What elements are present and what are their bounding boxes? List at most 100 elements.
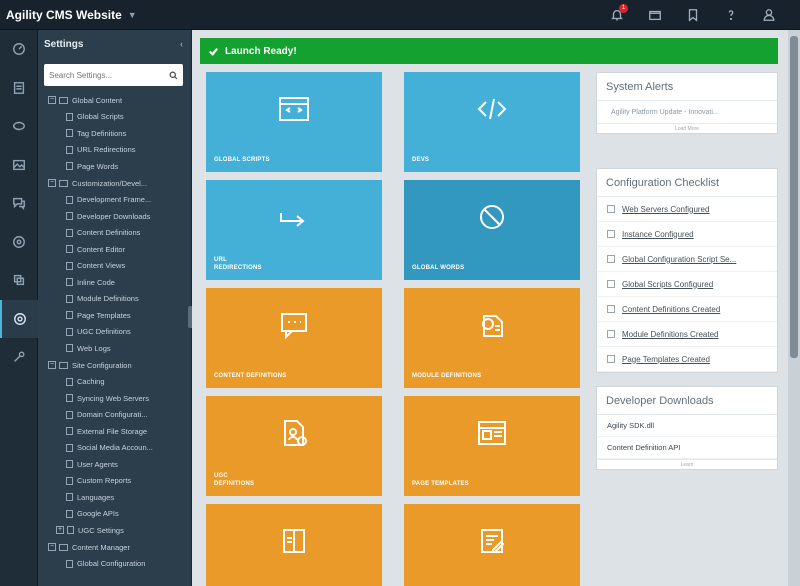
notifications-button[interactable]: 1 — [598, 0, 636, 30]
launch-banner-text: Launch Ready! — [225, 45, 297, 57]
tree-item[interactable]: Development Frame... — [38, 191, 191, 208]
collapse-tree-icon[interactable]: − — [48, 96, 56, 105]
tree-item[interactable]: Tag Definitions — [38, 125, 191, 142]
dashboard-tile[interactable]: Global Scripts — [206, 72, 382, 172]
checklist-link[interactable]: Page Templates Created — [622, 355, 710, 364]
tree-item-label: Global Scripts — [77, 112, 124, 122]
tree-item[interactable]: − Content Manager — [38, 539, 191, 556]
tree-item[interactable]: Web Logs — [38, 340, 191, 357]
dashboard-tile[interactable]: Content — [404, 504, 580, 586]
checklist-link[interactable]: Instance Configured — [622, 230, 694, 239]
tree-item[interactable]: Page Templates — [38, 307, 191, 324]
document-icon — [66, 493, 73, 502]
help-button[interactable] — [712, 0, 750, 30]
tree-item[interactable]: External File Storage — [38, 423, 191, 440]
media-icon — [13, 159, 25, 170]
rail-analytics[interactable] — [0, 223, 38, 262]
load-more-button[interactable]: Load More — [597, 123, 777, 133]
document-icon — [66, 245, 73, 254]
folders-button[interactable] — [636, 0, 674, 30]
checklist-link[interactable]: Web Servers Configured — [622, 205, 709, 214]
tree-item[interactable]: Content Definitions — [38, 224, 191, 241]
tree-item[interactable]: UGC Definitions — [38, 324, 191, 341]
collapse-tree-icon[interactable]: − — [48, 179, 56, 187]
download-link[interactable]: Agility SDK.dll — [597, 415, 777, 437]
tree-item[interactable]: Content Editor — [38, 241, 191, 258]
developer-downloads-title: Developer Downloads — [597, 387, 777, 415]
dashboard-tile[interactable]: Devs — [404, 72, 580, 172]
dashboard-tile[interactable]: URL Redirections — [206, 180, 382, 280]
checklist-link[interactable]: Module Definitions Created — [622, 330, 719, 339]
tree-item[interactable]: Global Scripts — [38, 109, 191, 126]
tree-item-label: Page Words — [77, 161, 119, 171]
checkbox[interactable] — [607, 355, 615, 363]
learn-more-button[interactable]: Learn — [597, 459, 777, 469]
tree-item[interactable]: Domain Configurati... — [38, 406, 191, 423]
dashboard-tile[interactable]: Global Words — [404, 180, 580, 280]
checklist-link[interactable]: Global Scripts Configured — [622, 280, 713, 289]
tree-item[interactable]: Content Views — [38, 257, 191, 274]
tree-item[interactable]: − Site Configuration — [38, 357, 191, 374]
user-menu-button[interactable] — [750, 0, 788, 30]
rail-dashboard[interactable] — [0, 30, 38, 69]
checkbox[interactable] — [607, 230, 615, 238]
document-icon — [66, 344, 73, 353]
collapse-tree-icon[interactable]: − — [48, 543, 56, 552]
tree-item[interactable]: User Agents — [38, 456, 191, 473]
bookmarks-button[interactable] — [674, 0, 712, 30]
tree-item[interactable]: − Customization/Devel... — [38, 175, 191, 192]
collapse-icon[interactable]: ‹ — [180, 39, 183, 49]
rail-tools[interactable] — [0, 338, 38, 377]
tile-label: Global Scripts — [214, 157, 270, 163]
rail-modules[interactable] — [0, 261, 38, 300]
expand-icon[interactable]: + — [56, 526, 64, 535]
dashboard-tile[interactable]: Inline — [206, 504, 382, 586]
tree-item[interactable]: Developer Downloads — [38, 208, 191, 225]
collapse-tree-icon[interactable]: − — [48, 361, 56, 370]
dashboard-tile[interactable]: Page Templates — [404, 396, 580, 496]
search-icon[interactable] — [169, 71, 178, 80]
system-alerts-title: System Alerts — [597, 73, 777, 101]
tree-item[interactable]: URL Redirections — [38, 142, 191, 159]
tree-item[interactable]: Google APIs — [38, 506, 191, 523]
tree-item[interactable]: Inline Code — [38, 274, 191, 291]
checkbox[interactable] — [607, 305, 615, 313]
tree-item[interactable]: − Global Content — [38, 92, 191, 109]
tree-item[interactable]: Caching — [38, 373, 191, 390]
tree-item[interactable]: Page Words — [38, 158, 191, 175]
tree-item[interactable]: Global Configuration — [38, 555, 191, 572]
settings-icon — [14, 312, 26, 325]
settings-search-input[interactable] — [49, 70, 169, 80]
checklist-link[interactable]: Content Definitions Created — [622, 305, 720, 314]
rail-comments[interactable] — [0, 184, 38, 223]
document-icon — [66, 559, 73, 568]
dashboard-tile[interactable]: Content Definitions — [206, 288, 382, 388]
app-title[interactable]: Agility CMS Website — [6, 8, 122, 22]
tree-item[interactable]: Module Definitions — [38, 291, 191, 308]
download-link[interactable]: Content Definition API — [597, 437, 777, 459]
main-scrollbar[interactable] — [788, 30, 800, 586]
scroll-thumb[interactable] — [790, 36, 798, 358]
system-alerts-card: System Alerts Agility Platform Update - … — [596, 72, 778, 134]
tree-item[interactable]: Custom Reports — [38, 473, 191, 490]
tree-item[interactable]: + UGC Settings — [38, 522, 191, 539]
dashboard-tile[interactable]: UGC Definitions — [206, 396, 382, 496]
document-icon — [66, 261, 73, 270]
dashboard-tile[interactable]: Module Definitions — [404, 288, 580, 388]
checkbox[interactable] — [607, 205, 615, 213]
tree-item-label: Syncing Web Servers — [77, 393, 149, 403]
rail-content[interactable] — [0, 107, 38, 146]
chevron-down-icon[interactable]: ▼ — [128, 10, 137, 20]
checkbox[interactable] — [607, 330, 615, 338]
checkbox[interactable] — [607, 280, 615, 288]
rail-settings[interactable] — [0, 299, 38, 338]
tree-item[interactable]: Syncing Web Servers — [38, 390, 191, 407]
tree-item[interactable]: Languages — [38, 489, 191, 506]
tree-item[interactable]: Social Media Accoun... — [38, 439, 191, 456]
alert-item[interactable]: Agility Platform Update - Innovati... — [597, 101, 777, 123]
checklist-link[interactable]: Global Configuration Script Se... — [622, 255, 736, 264]
folder-icon — [649, 10, 661, 21]
rail-pages[interactable] — [0, 69, 38, 108]
rail-media[interactable] — [0, 146, 38, 185]
checkbox[interactable] — [607, 255, 615, 263]
